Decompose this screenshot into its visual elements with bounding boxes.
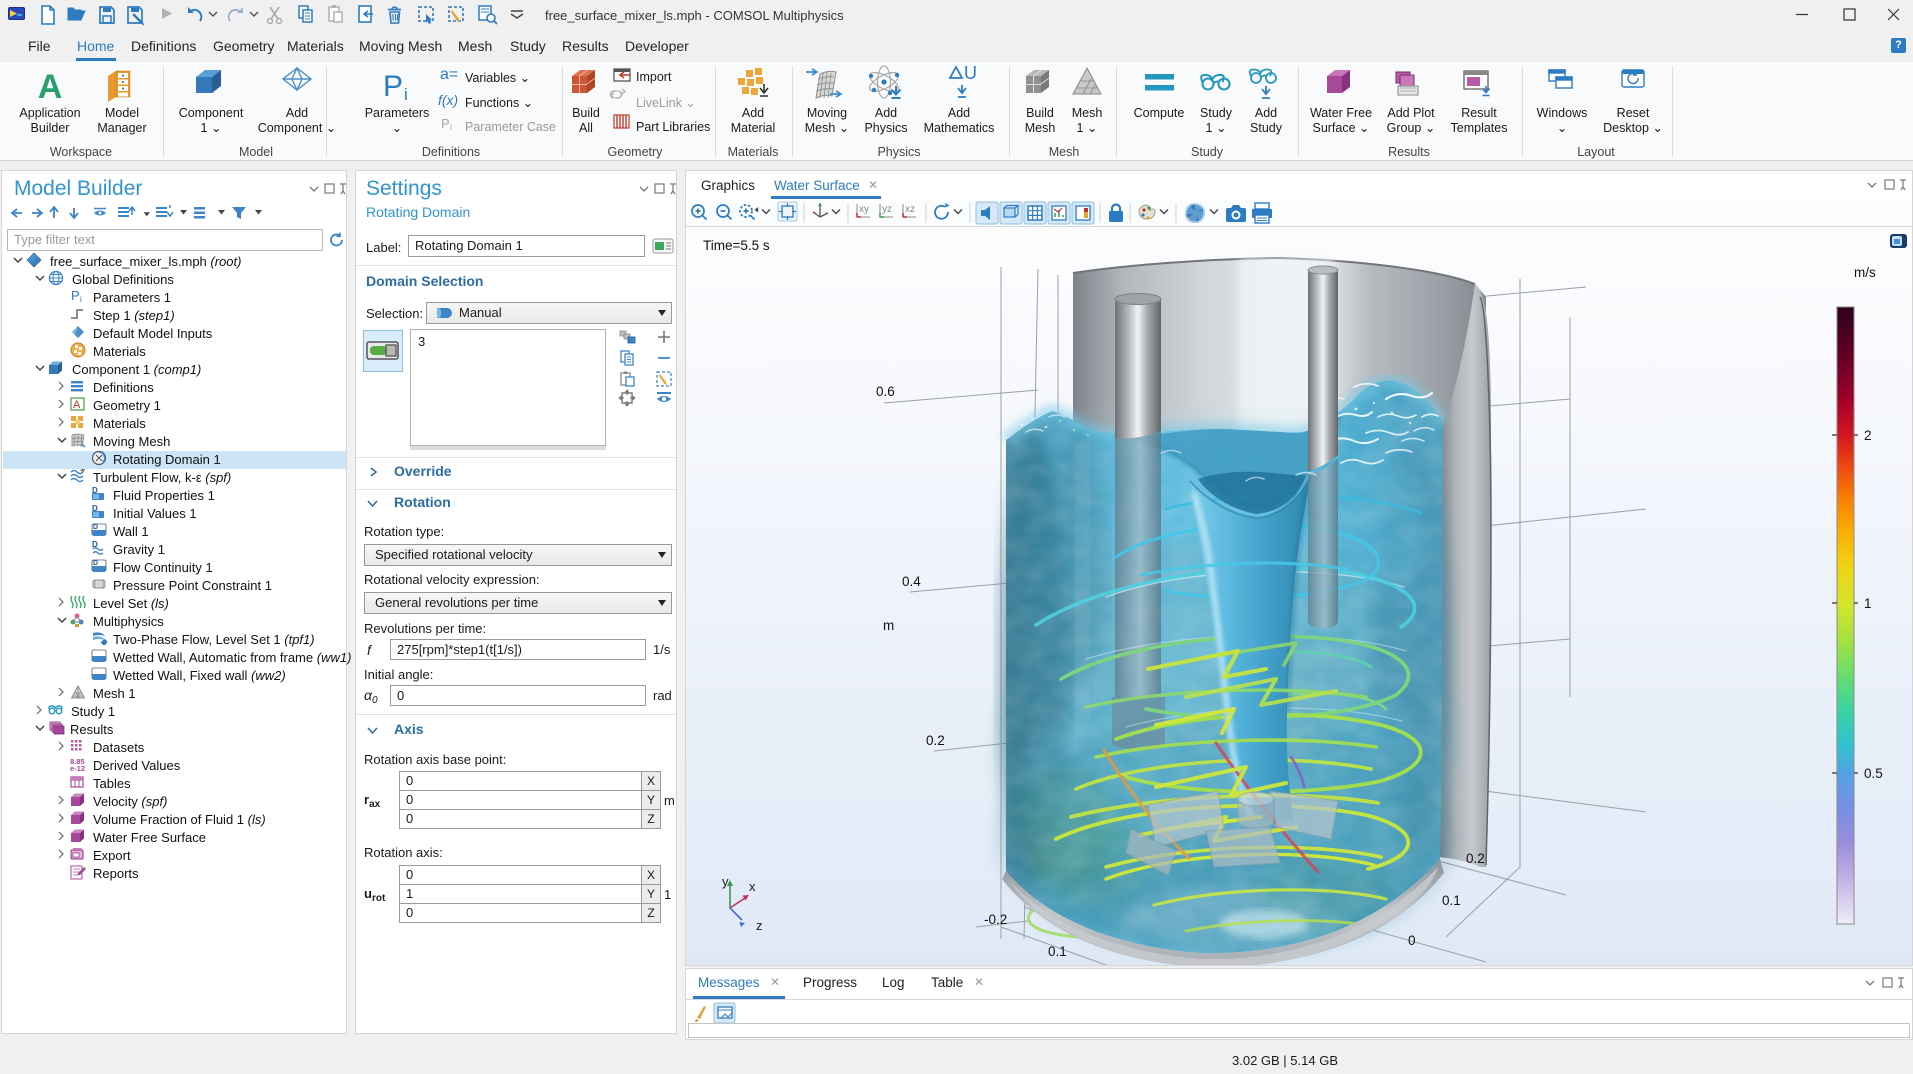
svg-text:D: D: [93, 560, 98, 567]
svg-text:y: y: [722, 874, 729, 889]
svg-text:P: P: [71, 288, 80, 303]
svg-text:-0.2: -0.2: [984, 912, 1007, 927]
svg-text:0.1: 0.1: [1048, 944, 1067, 959]
svg-text:0.2: 0.2: [926, 733, 945, 748]
svg-text:x: x: [749, 879, 756, 894]
svg-text:i: i: [80, 295, 82, 304]
svg-text:U: U: [964, 63, 977, 83]
svg-text:Time=5.5 s: Time=5.5 s: [703, 238, 770, 253]
svg-text:e-12: e-12: [70, 764, 85, 773]
svg-text:i: i: [404, 85, 408, 104]
svg-text:0.5: 0.5: [1864, 766, 1883, 781]
svg-text:P: P: [383, 70, 403, 103]
svg-text:xy: xy: [859, 204, 869, 215]
svg-text:D: D: [93, 524, 98, 531]
svg-text:z: z: [756, 918, 763, 933]
svg-text:0.1: 0.1: [1442, 893, 1461, 908]
svg-text:a=: a=: [440, 66, 458, 83]
svg-text:A: A: [73, 399, 81, 411]
svg-text:0: 0: [1408, 933, 1416, 948]
svg-text:A: A: [38, 68, 63, 106]
svg-text:1: 1: [1864, 596, 1872, 611]
svg-text:f(x): f(x): [438, 92, 458, 108]
svg-text:yz: yz: [882, 204, 892, 215]
svg-text:0.6: 0.6: [876, 384, 895, 399]
svg-text:0.2: 0.2: [1466, 851, 1485, 866]
svg-text:2: 2: [1864, 428, 1872, 443]
svg-text:m: m: [883, 618, 894, 633]
svg-text:xz: xz: [905, 204, 915, 215]
svg-text:P: P: [441, 116, 450, 131]
svg-text:m/s: m/s: [1854, 265, 1876, 280]
svg-text:i: i: [450, 122, 452, 132]
svg-text:0.4: 0.4: [902, 574, 921, 589]
